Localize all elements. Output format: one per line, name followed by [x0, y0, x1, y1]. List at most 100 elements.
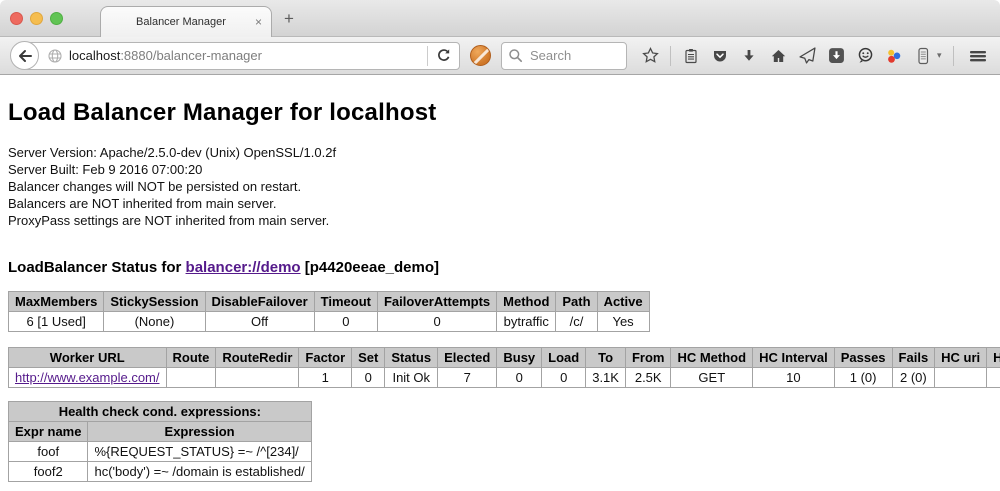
col-failoverattempts: FailoverAttempts	[377, 292, 496, 312]
url-bar[interactable]: localhost:8880/balancer-manager	[24, 42, 460, 70]
worker-url-link[interactable]: http://www.example.com/	[15, 370, 160, 385]
col-expression: Expression	[88, 422, 311, 442]
bookmark-star-icon[interactable]	[641, 47, 659, 65]
load-value: 0	[542, 368, 586, 388]
maxmembers-value: 6 [1 Used]	[9, 312, 104, 332]
hc-row-foof2: foof2 hc('body') =~ /domain is establish…	[9, 462, 312, 482]
path-value: /c/	[556, 312, 597, 332]
col-timeout: Timeout	[314, 292, 377, 312]
col-maxmembers: MaxMembers	[9, 292, 104, 312]
search-input[interactable]	[528, 47, 618, 64]
col-hc-interval: HC Interval	[753, 348, 835, 368]
balancer-demo-link[interactable]: balancer://demo	[186, 259, 301, 276]
proxypass-inherit-line: ProxyPass settings are NOT inherited fro…	[8, 212, 1000, 229]
hc-title-row: Health check cond. expressions:	[9, 402, 312, 422]
col-hc-expr: HC Expr	[987, 348, 1000, 368]
reload-button[interactable]	[434, 48, 459, 63]
active-value: Yes	[597, 312, 649, 332]
hc-expr-value: foof2	[987, 368, 1000, 388]
expr-name-foof: foof	[9, 442, 88, 462]
send-plane-icon[interactable]	[798, 47, 816, 65]
disablefailover-value: Off	[205, 312, 314, 332]
busy-value: 0	[497, 368, 542, 388]
url-domain: localhost	[69, 48, 120, 63]
maximize-window-button[interactable]	[50, 12, 63, 25]
close-window-button[interactable]	[10, 12, 23, 25]
balancer-settings-table: MaxMembers StickySession DisableFailover…	[8, 291, 650, 332]
route-value	[166, 368, 216, 388]
factor-value: 1	[299, 368, 352, 388]
col-expr-name: Expr name	[9, 422, 88, 442]
expression-foof2: hc('body') =~ /domain is established/	[88, 462, 311, 482]
failoverattempts-value: 0	[377, 312, 496, 332]
worker-url-cell: http://www.example.com/	[9, 368, 167, 388]
toolbar-icons: ▾	[641, 46, 1000, 66]
url-path: :8880/balancer-manager	[120, 48, 262, 63]
globe-icon	[47, 48, 63, 64]
persist-warning-line: Balancer changes will NOT be persisted o…	[8, 178, 1000, 195]
hc-uri-value	[935, 368, 987, 388]
col-disablefailover: DisableFailover	[205, 292, 314, 312]
balancer-header-row: MaxMembers StickySession DisableFailover…	[9, 292, 650, 312]
fails-value: 2 (0)	[892, 368, 935, 388]
from-value: 2.5K	[625, 368, 671, 388]
tab-title: Balancer Manager	[136, 16, 236, 28]
col-hc-uri: HC uri	[935, 348, 987, 368]
col-busy: Busy	[497, 348, 542, 368]
server-info: Server Version: Apache/2.5.0-dev (Unix) …	[8, 144, 1000, 229]
browser-window: Balancer Manager × + localhost:8880/bala…	[0, 0, 1000, 491]
worker-header-row: Worker URL Route RouteRedir Factor Set S…	[9, 348, 1000, 368]
navigation-toolbar: localhost:8880/balancer-manager	[0, 37, 1000, 75]
hc-row-foof: foof %{REQUEST_STATUS} =~ /^[234]/	[9, 442, 312, 462]
back-button[interactable]	[10, 41, 39, 70]
new-tab-button[interactable]: +	[284, 9, 294, 29]
menu-hamburger-icon[interactable]	[969, 47, 987, 65]
hc-table-title: Health check cond. expressions:	[9, 402, 312, 422]
hc-method-value: GET	[671, 368, 753, 388]
video-downloader-icon[interactable]	[827, 47, 845, 65]
balancer-data-row: 6 [1 Used] (None) Off 0 0 bytraffic /c/ …	[9, 312, 650, 332]
col-to: To	[586, 348, 626, 368]
server-version-line: Server Version: Apache/2.5.0-dev (Unix) …	[8, 144, 1000, 161]
col-stickysession: StickySession	[104, 292, 205, 312]
clipboard-icon[interactable]	[682, 47, 700, 65]
urlbar-divider	[427, 46, 428, 66]
status-value: Init Ok	[385, 368, 438, 388]
status-heading-prefix: LoadBalancer Status for	[8, 259, 186, 276]
col-active: Active	[597, 292, 649, 312]
extension-dropdown-caret[interactable]: ▾	[937, 50, 942, 61]
loadbalancer-status-heading: LoadBalancer Status for balancer://demo …	[8, 259, 1000, 276]
pocket-icon[interactable]	[711, 47, 729, 65]
col-fails: Fails	[892, 348, 935, 368]
downloads-icon[interactable]	[740, 47, 758, 65]
tab-balancer-manager[interactable]: Balancer Manager ×	[100, 6, 272, 37]
search-icon	[508, 48, 523, 63]
plugin-blocked-icon[interactable]	[470, 45, 491, 66]
back-arrow-icon	[16, 47, 34, 65]
minimize-window-button[interactable]	[30, 12, 43, 25]
expression-foof: %{REQUEST_STATUS} =~ /^[234]/	[88, 442, 311, 462]
passes-value: 1 (0)	[834, 368, 892, 388]
window-controls	[10, 12, 63, 25]
col-elected: Elected	[438, 348, 497, 368]
addon-dots-icon[interactable]	[885, 47, 903, 65]
smiley-feedback-icon[interactable]	[856, 47, 874, 65]
col-method: Method	[497, 292, 556, 312]
search-bar[interactable]	[501, 42, 627, 70]
method-value: bytraffic	[497, 312, 556, 332]
title-bar: Balancer Manager × +	[0, 0, 1000, 37]
timeout-value: 0	[314, 312, 377, 332]
col-factor: Factor	[299, 348, 352, 368]
col-passes: Passes	[834, 348, 892, 368]
page-content: Load Balancer Manager for localhost Serv…	[0, 99, 1000, 491]
expr-name-foof2: foof2	[9, 462, 88, 482]
col-from: From	[625, 348, 671, 368]
extension-icon[interactable]	[914, 47, 932, 65]
home-icon[interactable]	[769, 47, 787, 65]
toolbar-divider	[670, 46, 671, 66]
address-text[interactable]: localhost:8880/balancer-manager	[69, 48, 421, 63]
tab-close-icon[interactable]: ×	[255, 15, 262, 29]
col-path: Path	[556, 292, 597, 312]
col-status: Status	[385, 348, 438, 368]
worker-data-row: http://www.example.com/ 1 0 Init Ok 7 0 …	[9, 368, 1000, 388]
